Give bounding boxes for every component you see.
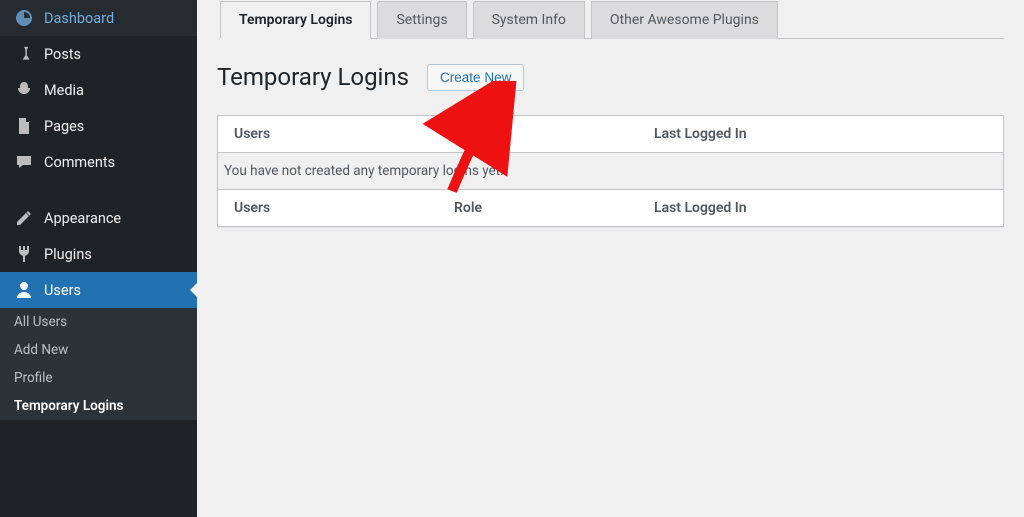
sidebar-item-plugins[interactable]: Plugins: [0, 236, 197, 272]
sidebar-item-label: Comments: [44, 154, 115, 171]
sidebar-item-label: Appearance: [44, 210, 121, 227]
appearance-icon: [14, 208, 34, 228]
tab-bar: Temporary Logins Settings System Info Ot…: [220, 0, 1004, 39]
sidebar-item-media[interactable]: Media: [0, 72, 197, 108]
sidebar-item-label: Users: [44, 282, 81, 299]
sidebar-item-label: Pages: [44, 118, 84, 135]
col-role[interactable]: Role: [454, 126, 654, 142]
sidebar-item-label: Plugins: [44, 246, 92, 263]
main-content: Temporary Logins Settings System Info Ot…: [197, 0, 1024, 517]
col-last-logged-in[interactable]: Last Logged In: [654, 126, 987, 142]
sidebar-item-appearance[interactable]: Appearance: [0, 200, 197, 236]
sidebar-item-comments[interactable]: Comments: [0, 144, 197, 180]
admin-sidebar: Dashboard Posts Media Pages Comments App…: [0, 0, 197, 517]
tab-settings[interactable]: Settings: [377, 1, 466, 39]
col-users[interactable]: Users: [234, 126, 454, 142]
page-header: Temporary Logins Create New: [217, 63, 1004, 91]
table-footer: Users Role Last Logged In: [218, 189, 1003, 226]
sidebar-subitem-profile[interactable]: Profile: [0, 364, 197, 392]
sidebar-item-label: Dashboard: [44, 10, 114, 27]
sidebar-item-dashboard[interactable]: Dashboard: [0, 0, 197, 36]
table-empty-message: You have not created any temporary login…: [218, 153, 1003, 189]
pin-icon: [14, 44, 34, 64]
sidebar-item-pages[interactable]: Pages: [0, 108, 197, 144]
col-users-foot: Users: [234, 200, 454, 216]
sidebar-item-posts[interactable]: Posts: [0, 36, 197, 72]
tab-temporary-logins[interactable]: Temporary Logins: [220, 1, 371, 39]
sidebar-item-label: Posts: [44, 46, 81, 63]
sidebar-subitem-all-users[interactable]: All Users: [0, 308, 197, 336]
sidebar-subitem-add-new[interactable]: Add New: [0, 336, 197, 364]
sidebar-item-users[interactable]: Users: [0, 272, 197, 308]
dashboard-icon: [14, 8, 34, 28]
create-new-button[interactable]: Create New: [427, 64, 524, 91]
pages-icon: [14, 116, 34, 136]
page-title: Temporary Logins: [217, 63, 409, 91]
col-role-foot: Role: [454, 200, 654, 216]
users-icon: [14, 280, 34, 300]
comments-icon: [14, 152, 34, 172]
logins-table: Users Role Last Logged In You have not c…: [217, 115, 1004, 227]
sidebar-subitem-temporary-logins[interactable]: Temporary Logins: [0, 392, 197, 420]
col-last-logged-in-foot: Last Logged In: [654, 200, 987, 216]
tab-other-plugins[interactable]: Other Awesome Plugins: [591, 1, 778, 39]
table-header: Users Role Last Logged In: [218, 116, 1003, 153]
sidebar-item-label: Media: [44, 82, 84, 99]
tab-system-info[interactable]: System Info: [473, 1, 585, 39]
media-icon: [14, 80, 34, 100]
plugins-icon: [14, 244, 34, 264]
